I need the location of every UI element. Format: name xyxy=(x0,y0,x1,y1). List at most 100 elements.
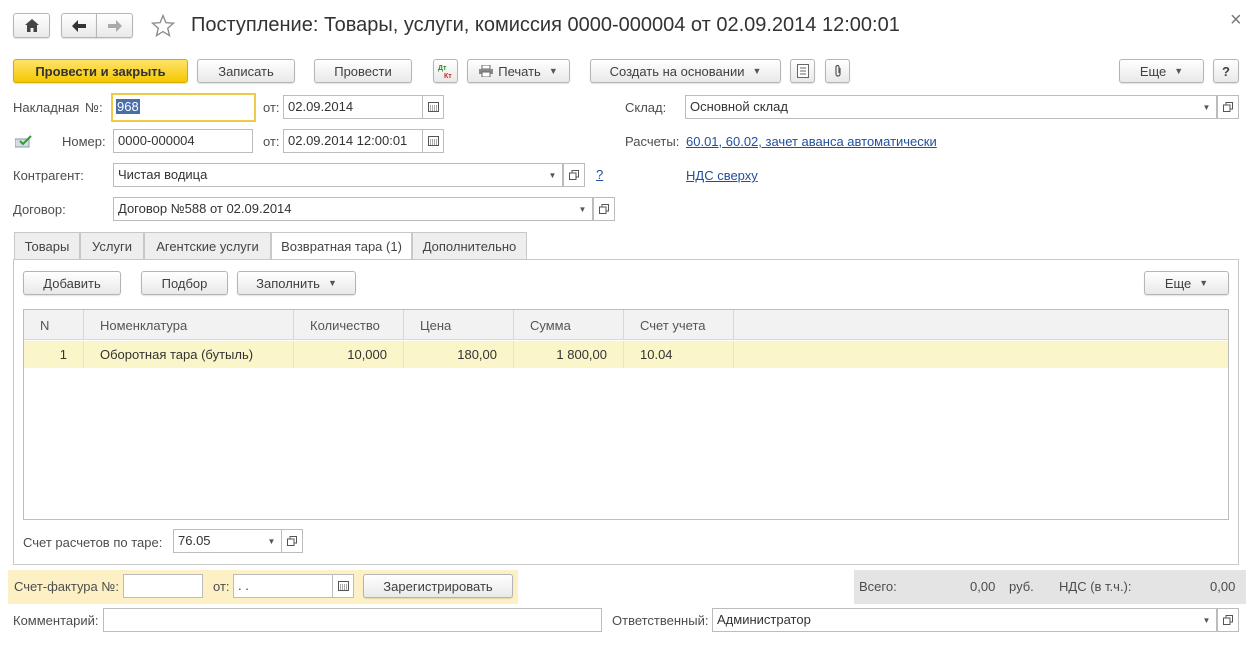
invoice-number-input[interactable]: 968 xyxy=(111,93,256,122)
fill-button[interactable]: Заполнить ▼ xyxy=(237,271,356,295)
chevron-down-icon[interactable]: ▼ xyxy=(543,163,563,187)
vat-value: 0,00 xyxy=(1210,579,1236,594)
calendar-button[interactable] xyxy=(422,129,444,153)
responsible-label: Ответственный: xyxy=(612,613,709,628)
tab-services[interactable]: Услуги xyxy=(80,232,144,259)
home-button[interactable] xyxy=(13,13,50,38)
svg-text:Дт: Дт xyxy=(438,65,447,72)
invoice-date-from-label: от: xyxy=(263,100,280,115)
calendar-icon xyxy=(427,102,439,112)
tab-goods[interactable]: Товары xyxy=(14,232,80,259)
invoice-date-input[interactable]: 02.09.2014 xyxy=(283,95,423,119)
create-based-on-button[interactable]: Создать на основании ▼ xyxy=(590,59,781,83)
star-icon xyxy=(150,13,176,37)
open-responsible-button[interactable] xyxy=(1217,608,1239,632)
help-button[interactable]: ? xyxy=(1213,59,1239,83)
calendar-icon xyxy=(427,136,439,146)
tab-additional[interactable]: Дополнительно xyxy=(412,232,527,259)
counterparty-label: Контрагент: xyxy=(13,168,84,183)
col-header-account: Счет учета xyxy=(624,310,734,340)
table-more-label: Еще xyxy=(1164,275,1192,291)
document-icon xyxy=(796,64,809,78)
favorite-star-button[interactable] xyxy=(150,13,176,38)
svg-text:Кт: Кт xyxy=(444,73,452,79)
vat-link[interactable]: НДС сверху xyxy=(686,168,758,183)
open-contract-button[interactable] xyxy=(593,197,615,221)
col-header-n: N xyxy=(24,310,84,340)
save-button[interactable]: Записать xyxy=(197,59,295,83)
settlements-label: Расчеты: xyxy=(625,134,680,149)
chevron-down-icon[interactable]: ▼ xyxy=(1197,95,1217,119)
dt-kt-icon: Дт Кт xyxy=(438,65,452,79)
open-counterparty-button[interactable] xyxy=(563,163,585,187)
doc-number-input[interactable]: 0000-000004 xyxy=(113,129,253,153)
invoice-factura-number-input[interactable] xyxy=(123,574,203,598)
warehouse-label: Склад: xyxy=(625,100,667,115)
table-more-button[interactable]: Еще ▼ xyxy=(1144,271,1229,295)
home-icon xyxy=(24,19,39,32)
calendar-icon xyxy=(337,581,349,591)
responsible-input[interactable]: Администратор xyxy=(712,608,1198,632)
col-header-qty: Количество xyxy=(294,310,404,340)
fill-label: Заполнить xyxy=(256,275,320,291)
total-value: 0,00 xyxy=(970,579,996,594)
pick-button[interactable]: Подбор xyxy=(141,271,228,295)
calendar-button[interactable] xyxy=(422,95,444,119)
totals-panel xyxy=(854,570,1246,604)
post-and-close-button[interactable]: Провести и закрыть xyxy=(13,59,188,83)
post-button[interactable]: Провести xyxy=(314,59,412,83)
forward-button[interactable] xyxy=(96,13,133,38)
col-header-item: Номенклатура xyxy=(84,310,294,340)
chevron-down-icon[interactable]: ▼ xyxy=(262,529,282,553)
chevron-down-icon: ▼ xyxy=(1199,278,1209,288)
tab-agent-services[interactable]: Агентские услуги xyxy=(144,232,271,259)
comment-label: Комментарий: xyxy=(13,613,99,628)
open-window-icon xyxy=(287,536,297,546)
tab-returnable-containers[interactable]: Возвратная тара (1) xyxy=(271,232,412,260)
chevron-down-icon[interactable]: ▼ xyxy=(1197,608,1217,632)
cell-account[interactable]: 10.04 xyxy=(624,341,734,368)
print-button[interactable]: Печать ▼ xyxy=(467,59,570,83)
printer-icon xyxy=(479,65,494,77)
comment-input[interactable] xyxy=(103,608,602,632)
cell-qty[interactable]: 10,000 xyxy=(294,341,404,368)
paperclip-icon xyxy=(834,64,841,77)
report-button[interactable] xyxy=(790,59,815,83)
chevron-down-icon[interactable]: ▼ xyxy=(573,197,593,221)
more-label: Еще xyxy=(1139,63,1167,79)
settlements-link[interactable]: 60.01, 60.02, зачет аванса автоматически xyxy=(686,134,937,149)
invoice-number-value: 968 xyxy=(116,99,140,114)
close-icon[interactable]: × xyxy=(1230,9,1242,32)
cell-sum[interactable]: 1 800,00 xyxy=(514,341,624,368)
open-window-icon xyxy=(569,170,579,180)
counterparty-input[interactable]: Чистая водица xyxy=(113,163,544,187)
warehouse-input[interactable]: Основной склад xyxy=(685,95,1198,119)
cell-price[interactable]: 180,00 xyxy=(404,341,514,368)
container-account-input[interactable]: 76.05 xyxy=(173,529,263,553)
arrow-left-icon xyxy=(72,19,86,32)
open-warehouse-button[interactable] xyxy=(1217,95,1239,119)
calendar-button[interactable] xyxy=(332,574,354,598)
more-button[interactable]: Еще ▼ xyxy=(1119,59,1204,83)
back-button[interactable] xyxy=(61,13,97,38)
invoice-factura-from-label: от: xyxy=(213,579,230,594)
invoice-factura-date-input[interactable]: . . xyxy=(233,574,333,598)
total-label: Всего: xyxy=(859,579,897,594)
contract-input[interactable]: Договор №588 от 02.09.2014 xyxy=(113,197,574,221)
dt-kt-button[interactable]: Дт Кт xyxy=(433,59,458,83)
invoice-factura-label: Счет-фактура №: xyxy=(14,579,119,594)
open-window-icon xyxy=(1223,615,1233,625)
cell-item[interactable]: Оборотная тара (бутыль) xyxy=(84,341,294,368)
doc-datetime-input[interactable]: 02.09.2014 12:00:01 xyxy=(283,129,423,153)
open-window-icon xyxy=(1223,102,1233,112)
open-account-button[interactable] xyxy=(281,529,303,553)
invoice-label: Накладная xyxy=(13,100,80,115)
counterparty-help-link[interactable]: ? xyxy=(596,167,603,182)
chevron-down-icon: ▼ xyxy=(1174,66,1184,76)
attachment-button[interactable] xyxy=(825,59,850,83)
chevron-down-icon: ▼ xyxy=(752,66,762,76)
cell-n[interactable]: 1 xyxy=(24,341,84,368)
add-row-button[interactable]: Добавить xyxy=(23,271,121,295)
create-based-on-label: Создать на основании xyxy=(609,63,745,79)
register-invoice-button[interactable]: Зарегистрировать xyxy=(363,574,513,598)
